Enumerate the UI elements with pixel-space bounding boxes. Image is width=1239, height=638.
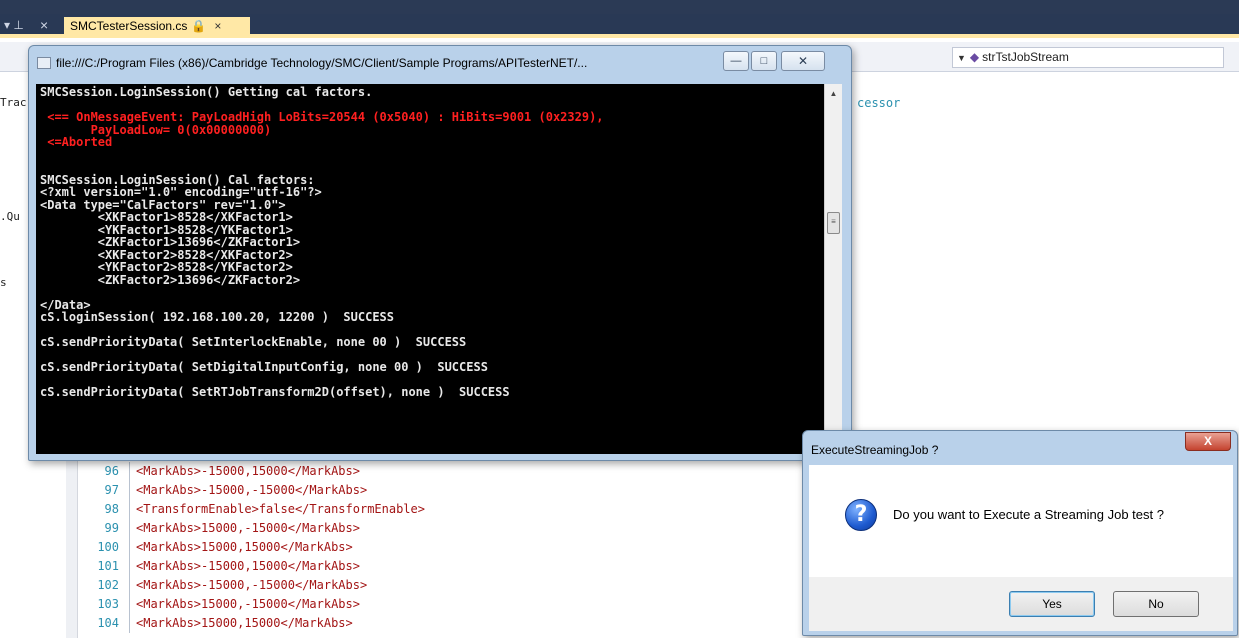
- dialog-title: ExecuteStreamingJob ?: [811, 443, 939, 457]
- console-title: file:///C:/Program Files (x86)/Cambridge…: [37, 56, 587, 74]
- console-line: <ZKFactor2>13696</ZKFactor2>: [40, 272, 301, 287]
- dialog-footer: Yes No: [809, 577, 1233, 631]
- question-icon: ?: [845, 499, 877, 531]
- code-text: <MarkAbs>15000,-15000</MarkAbs>: [136, 521, 360, 535]
- console-line: SMCSession.LoginSession() Getting cal fa…: [40, 85, 373, 99]
- yes-button[interactable]: Yes: [1009, 591, 1095, 617]
- console-line: cS.loginSession( 192.168.100.20, 12200 )…: [40, 310, 395, 324]
- tab-smctestersession[interactable]: SMCTesterSession.cs 🔒 ×: [64, 17, 250, 38]
- chevron-down-icon: ▼: [957, 53, 966, 63]
- no-button[interactable]: No: [1113, 591, 1199, 617]
- code-text: <MarkAbs>15000,15000</MarkAbs>: [136, 540, 353, 554]
- code-text: <MarkAbs>-15000,-15000</MarkAbs>: [136, 578, 368, 592]
- code-line[interactable]: 103 <MarkAbs>15000,-15000</MarkAbs>: [84, 595, 804, 614]
- line-number: 99: [84, 519, 130, 538]
- code-line[interactable]: 102 <MarkAbs>-15000,-15000</MarkAbs>: [84, 576, 804, 595]
- code-text: <MarkAbs>-15000,15000</MarkAbs>: [136, 464, 360, 478]
- line-number: 98: [84, 500, 130, 519]
- ide-titlebar: [0, 0, 1239, 14]
- console-line: <?xml version="1.0" encoding="utf-16"?>: [40, 185, 322, 199]
- line-number: 103: [84, 595, 130, 614]
- console-line: cS.sendPriorityData( SetDigitalInputConf…: [40, 360, 488, 374]
- close-button[interactable]: ✕: [781, 51, 825, 71]
- line-number: 102: [84, 576, 130, 595]
- code-line[interactable]: 97 <MarkAbs>-15000,-15000</MarkAbs>: [84, 481, 804, 500]
- console-output[interactable]: SMCSession.LoginSession() Getting cal fa…: [36, 84, 824, 454]
- code-text: <MarkAbs>15000,15000</MarkAbs>: [136, 616, 353, 630]
- minimize-button[interactable]: —: [723, 51, 749, 71]
- console-scrollbar[interactable]: ▲ ≡: [824, 84, 842, 454]
- console-line: cS.sendPriorityData( SetRTJobTransform2D…: [40, 385, 510, 399]
- line-number: 104: [84, 614, 130, 633]
- lock-icon: 🔒: [191, 19, 207, 33]
- code-line[interactable]: 98 <TransformEnable>false</TransformEnabl…: [84, 500, 804, 519]
- code-fragment: Trac: [0, 96, 27, 109]
- close-icon[interactable]: ×: [40, 17, 48, 33]
- pin-icon[interactable]: ▾ ⊥: [4, 18, 24, 32]
- code-text: <TransformEnable>false</TransformEnable>: [136, 502, 425, 516]
- console-window[interactable]: file:///C:/Program Files (x86)/Cambridge…: [28, 45, 852, 461]
- console-line: PayLoadLow= 0(0x00000000): [40, 122, 272, 137]
- console-line: cS.sendPriorityData( SetInterlockEnable,…: [40, 335, 467, 349]
- member-dropdown-value: strTstJobStream: [982, 50, 1069, 64]
- dialog-body: ? Do you want to Execute a Streaming Job…: [809, 465, 1233, 577]
- line-number: 101: [84, 557, 130, 576]
- code-line[interactable]: 104 <MarkAbs>15000,15000</MarkAbs>: [84, 614, 804, 633]
- code-text: <MarkAbs>-15000,-15000</MarkAbs>: [136, 483, 368, 497]
- line-number: 96: [84, 462, 130, 481]
- tab-close-icon[interactable]: ×: [214, 19, 221, 33]
- code-text: <MarkAbs>-15000,15000</MarkAbs>: [136, 559, 360, 573]
- console-line: <XKFactor1>8528</XKFactor1>: [40, 210, 293, 224]
- code-line[interactable]: 101 <MarkAbs>-15000,15000</MarkAbs>: [84, 557, 804, 576]
- line-number: 100: [84, 538, 130, 557]
- code-fragment: cessor: [857, 96, 901, 110]
- console-app-icon: [37, 57, 51, 69]
- console-title-text: file:///C:/Program Files (x86)/Cambridge…: [56, 56, 588, 70]
- scroll-thumb[interactable]: ≡: [827, 212, 840, 234]
- code-fragment: s: [0, 276, 7, 289]
- dialog-close-button[interactable]: X: [1185, 432, 1231, 451]
- code-editor[interactable]: 96 <MarkAbs>-15000,15000</MarkAbs> 97 <Mark…: [84, 462, 804, 633]
- code-fragment: .Qu: [0, 210, 20, 223]
- tab-label: SMCTesterSession.cs: [70, 19, 188, 33]
- execute-streaming-job-dialog[interactable]: ExecuteStreamingJob ? X ? Do you want to…: [802, 430, 1238, 636]
- dialog-message: Do you want to Execute a Streaming Job t…: [893, 507, 1164, 522]
- console-line: <== OnMessageEvent: PayLoadHigh LoBits=2…: [40, 110, 604, 124]
- code-line[interactable]: 100 <MarkAbs>15000,15000</MarkAbs>: [84, 538, 804, 557]
- code-line[interactable]: 96 <MarkAbs>-15000,15000</MarkAbs>: [84, 462, 804, 481]
- member-dropdown[interactable]: ▼ ◆ strTstJobStream: [952, 47, 1224, 68]
- console-line: <YKFactor2>8528</YKFactor2>: [40, 260, 293, 274]
- line-number: 97: [84, 481, 130, 500]
- field-icon: ◆: [969, 50, 980, 64]
- code-line[interactable]: 99 <MarkAbs>15000,-15000</MarkAbs>: [84, 519, 804, 538]
- maximize-button[interactable]: □: [751, 51, 777, 71]
- scroll-up-icon[interactable]: ▲: [825, 86, 842, 102]
- code-text: <MarkAbs>15000,-15000</MarkAbs>: [136, 597, 360, 611]
- editor-margin: [66, 460, 78, 638]
- console-line: <ZKFactor1>13696</ZKFactor1>: [40, 235, 301, 249]
- console-line: <=Aborted: [40, 135, 113, 149]
